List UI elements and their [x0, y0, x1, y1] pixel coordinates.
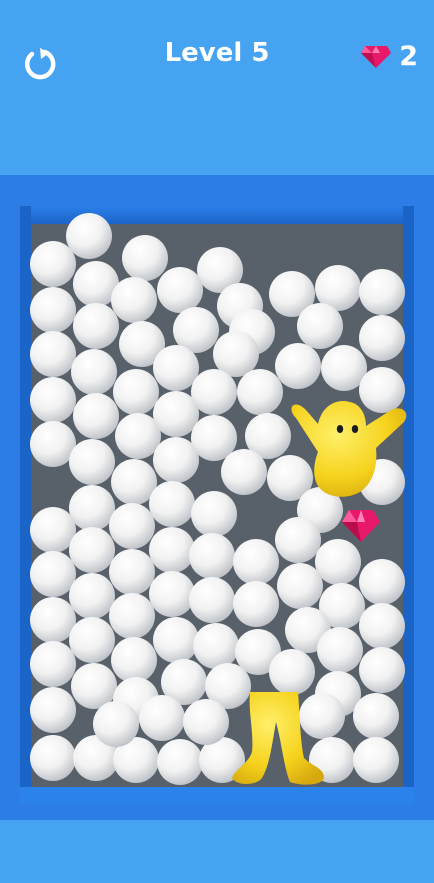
ball[interactable]: [69, 527, 115, 573]
ball[interactable]: [275, 517, 321, 563]
ball[interactable]: [315, 539, 361, 585]
ball[interactable]: [109, 549, 155, 595]
ball[interactable]: [73, 393, 119, 439]
ball[interactable]: [191, 491, 237, 537]
ball[interactable]: [359, 459, 405, 505]
ball[interactable]: [189, 577, 235, 623]
ball[interactable]: [157, 267, 203, 313]
ball[interactable]: [30, 287, 76, 333]
ball[interactable]: [359, 315, 405, 361]
ball[interactable]: [359, 367, 405, 413]
ball[interactable]: [359, 559, 405, 605]
ball[interactable]: [353, 693, 399, 739]
ball[interactable]: [111, 637, 157, 683]
ball[interactable]: [30, 597, 76, 643]
ball[interactable]: [297, 303, 343, 349]
ball[interactable]: [69, 573, 115, 619]
ball[interactable]: [183, 699, 229, 745]
ball[interactable]: [111, 277, 157, 323]
ball[interactable]: [277, 563, 323, 609]
ball[interactable]: [69, 617, 115, 663]
ball[interactable]: [309, 737, 355, 783]
ball[interactable]: [359, 269, 405, 315]
ball[interactable]: [30, 551, 76, 597]
ball[interactable]: [93, 701, 139, 747]
ball[interactable]: [149, 481, 195, 527]
ball[interactable]: [189, 533, 235, 579]
ball[interactable]: [30, 241, 76, 287]
ball[interactable]: [30, 641, 76, 687]
ball[interactable]: [353, 737, 399, 783]
ball[interactable]: [139, 695, 185, 741]
ball[interactable]: [299, 693, 345, 739]
ball[interactable]: [157, 739, 203, 785]
ball[interactable]: [275, 343, 321, 389]
ball[interactable]: [66, 213, 112, 259]
ball[interactable]: [153, 345, 199, 391]
ball[interactable]: [359, 647, 405, 693]
ball[interactable]: [153, 617, 199, 663]
ball[interactable]: [317, 627, 363, 673]
ball[interactable]: [221, 449, 267, 495]
ball[interactable]: [359, 603, 405, 649]
ball[interactable]: [193, 623, 239, 669]
ball[interactable]: [30, 331, 76, 377]
ball[interactable]: [71, 349, 117, 395]
ball[interactable]: [149, 571, 195, 617]
ball[interactable]: [30, 377, 76, 423]
balls-canvas: [30, 213, 405, 785]
ball[interactable]: [233, 539, 279, 585]
ball[interactable]: [109, 593, 155, 639]
ball[interactable]: [69, 485, 115, 531]
ball[interactable]: [30, 687, 76, 733]
ball[interactable]: [269, 649, 315, 695]
ball[interactable]: [69, 439, 115, 485]
ball[interactable]: [109, 503, 155, 549]
ball[interactable]: [191, 369, 237, 415]
ball[interactable]: [149, 527, 195, 573]
ball[interactable]: [233, 581, 279, 627]
ball[interactable]: [30, 507, 76, 553]
ball[interactable]: [73, 303, 119, 349]
ball[interactable]: [113, 369, 159, 415]
ball[interactable]: [237, 369, 283, 415]
ball[interactable]: [30, 735, 76, 781]
ball[interactable]: [122, 235, 168, 281]
